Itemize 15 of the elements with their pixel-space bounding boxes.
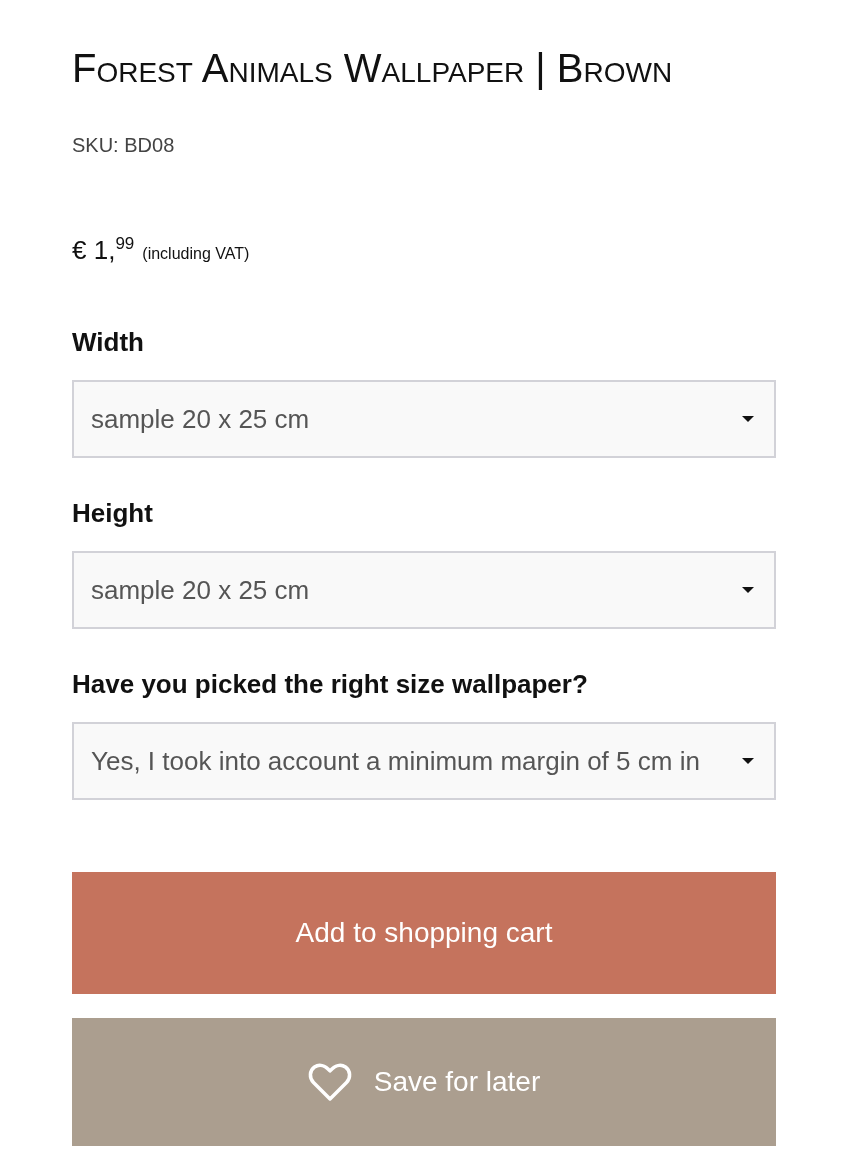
dropdown-field[interactable]: Yes, I took into account a minimum margin of 5 cm in [72,722,776,800]
dropdown-field[interactable]: sample 20 x 25 cm [72,551,776,629]
caret-icon [742,416,754,422]
caret-icon [742,758,754,764]
heart-icon [307,1062,352,1102]
sku-text: SKU: BD08 [72,133,175,157]
add-to-cart-button[interactable]: Add to shopping cart [72,872,776,994]
vat-note: (including VAT) [142,245,250,263]
field-label: Have you picked the right size wallpaper? [72,668,588,700]
dropdown-field[interactable]: sample 20 x 25 cm [72,380,776,458]
caret-icon [742,587,754,593]
field-label: Width [72,326,144,358]
product-title: Forest Animals Wallpaper | Brown [72,45,673,92]
field-label: Height [72,497,153,529]
price: € 1,$^{99}$ [72,234,135,267]
